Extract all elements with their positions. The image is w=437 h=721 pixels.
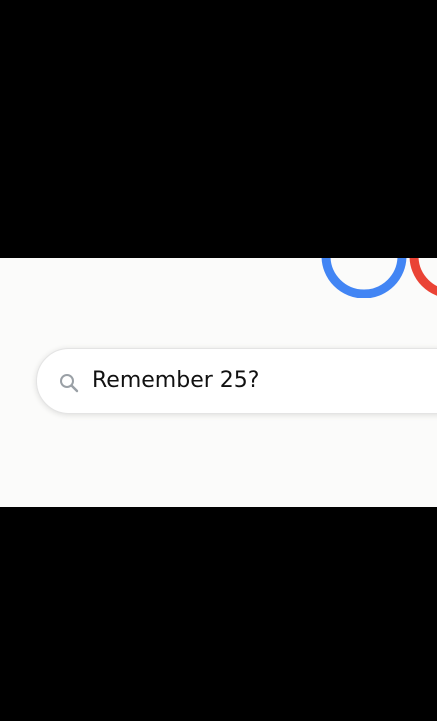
search-input[interactable]: Remember 25? xyxy=(92,365,259,397)
search-page: Remember 25? xyxy=(0,258,437,507)
search-bar[interactable]: Remember 25? xyxy=(36,348,437,414)
logo-letter-o-red xyxy=(409,258,437,296)
logo-letter-o-blue xyxy=(321,258,407,298)
video-frame: Remember 25? xyxy=(0,0,437,721)
google-logo-fragment xyxy=(0,258,437,298)
search-icon xyxy=(57,371,81,395)
